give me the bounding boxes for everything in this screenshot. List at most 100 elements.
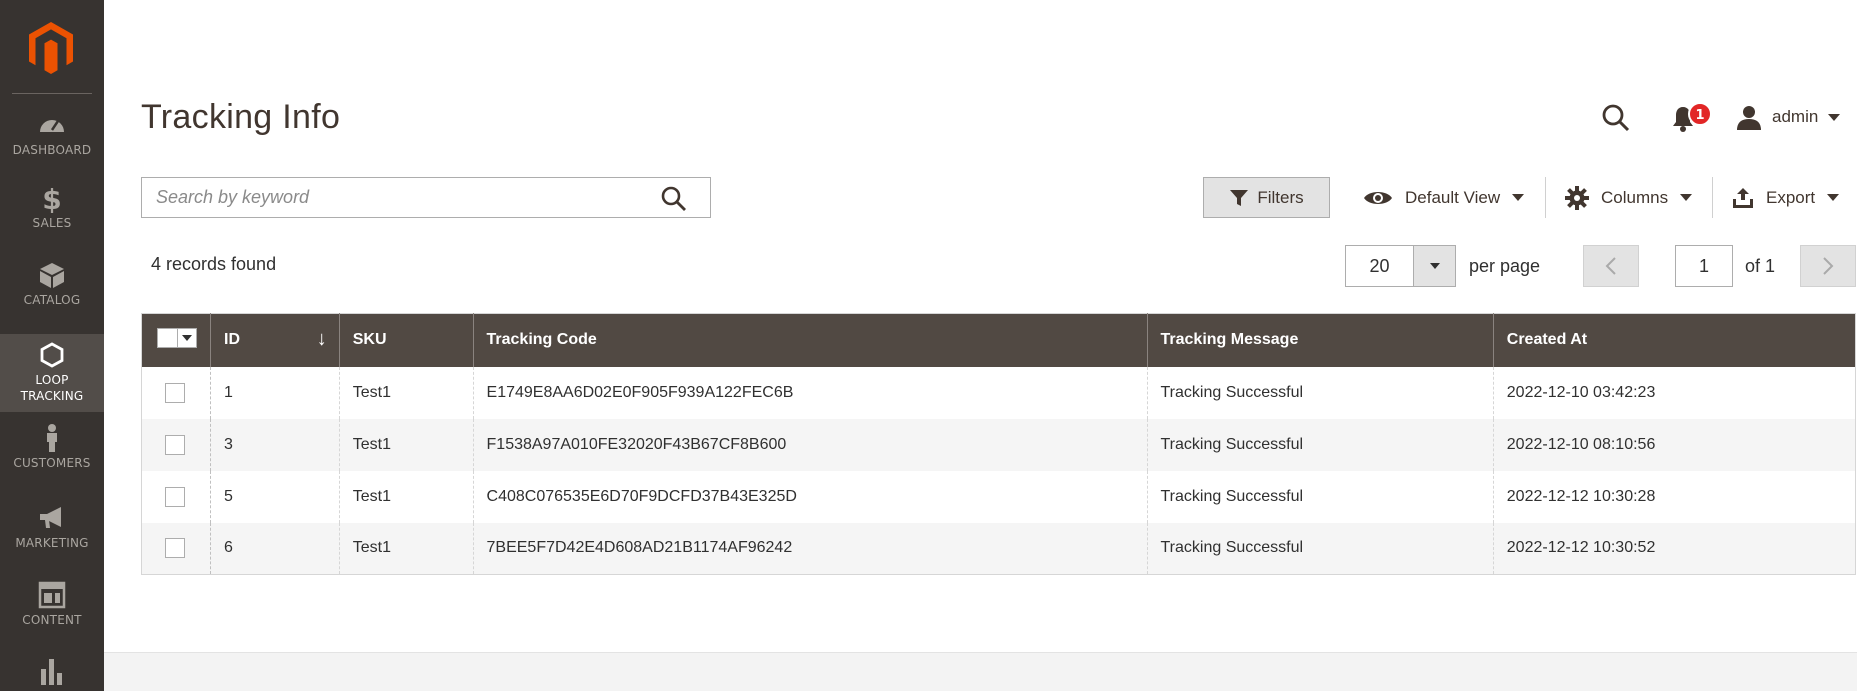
magento-logo-icon[interactable]	[26, 20, 76, 76]
cell-sku: Test1	[338, 418, 474, 471]
column-header-tracking-code[interactable]: Tracking Code	[472, 313, 1147, 367]
sidebar-item-customers[interactable]: CUSTOMERS	[0, 423, 104, 483]
filters-button[interactable]: Filters	[1203, 177, 1330, 218]
columns-dropdown[interactable]: Columns	[1565, 177, 1693, 218]
sidebar-item-reports[interactable]	[0, 655, 104, 691]
page-footer	[104, 652, 1857, 691]
export-label: Export	[1766, 187, 1816, 207]
admin-user-menu[interactable]: admin	[1736, 102, 1841, 132]
chevron-down-icon	[1828, 113, 1841, 121]
export-dropdown[interactable]: Export	[1732, 177, 1840, 218]
box-icon	[40, 263, 64, 288]
table-row[interactable]: 5 Test1 C408C076535E6D70F9DCFD37B43E325D…	[141, 470, 1856, 523]
chevron-left-icon	[1605, 257, 1616, 275]
global-search-icon[interactable]	[1600, 102, 1632, 134]
page-title: Tracking Info	[141, 98, 341, 136]
logo-divider	[12, 93, 92, 94]
main-content: Tracking Info 1 admin Filters	[104, 0, 1857, 691]
columns-label: Columns	[1601, 187, 1669, 207]
column-header-created-at[interactable]: Created At	[1492, 313, 1856, 367]
sidebar-item-label: MARKETING	[15, 536, 89, 550]
chevron-right-icon	[1823, 257, 1834, 275]
column-header-sku[interactable]: SKU	[338, 313, 474, 367]
sidebar-item-loop-tracking[interactable]: LOOP TRACKING	[0, 334, 104, 412]
column-header-label: SKU	[352, 331, 387, 349]
sidebar-item-label: CATALOG	[23, 293, 81, 307]
cell-created-at: 2022-12-10 03:42:23	[1492, 366, 1856, 419]
chevron-down-icon	[1512, 194, 1525, 201]
sort-descending-icon: ↓	[316, 328, 327, 350]
bar-chart-icon	[41, 659, 62, 685]
row-checkbox[interactable]	[165, 486, 185, 507]
per-page-select[interactable]: 20	[1345, 245, 1456, 287]
search-icon[interactable]	[660, 185, 688, 213]
select-all-checkbox[interactable]	[158, 329, 178, 348]
grid-header-row: ID ↓ SKU Tracking Code Tracking Message C…	[141, 313, 1856, 367]
cell-tracking-code: F1538A97A010FE32020F43B67CF8B600	[472, 418, 1147, 471]
user-icon	[1737, 106, 1761, 130]
cell-created-at: 2022-12-12 10:30:52	[1492, 522, 1856, 575]
column-header-label: Created At	[1506, 331, 1588, 349]
next-page-button[interactable]	[1800, 245, 1856, 287]
sidebar-item-catalog[interactable]: CATALOG	[0, 260, 104, 320]
records-found-count: 4 records found	[151, 254, 277, 274]
hexagon-icon	[40, 342, 64, 368]
table-row[interactable]: 6 Test1 7BEE5F7D42E4D608AD21B1174AF96242…	[141, 522, 1856, 575]
row-select-cell	[141, 522, 211, 575]
row-checkbox[interactable]	[165, 434, 185, 455]
sidebar-item-sales[interactable]: $ SALES	[0, 183, 104, 243]
cell-id: 1	[210, 366, 340, 419]
default-view-dropdown[interactable]: Default View	[1363, 177, 1525, 218]
sidebar-item-content[interactable]: CONTENT	[0, 580, 104, 640]
row-checkbox[interactable]	[165, 538, 185, 559]
cell-created-at: 2022-12-10 08:10:56	[1492, 418, 1856, 471]
user-name: admin	[1772, 107, 1819, 126]
tracking-info-grid: ID ↓ SKU Tracking Code Tracking Message C…	[141, 313, 1856, 575]
cell-sku: Test1	[338, 522, 474, 575]
filters-label: Filters	[1257, 187, 1304, 207]
mass-action-dropdown[interactable]	[178, 335, 196, 342]
sidebar-item-marketing[interactable]: MARKETING	[0, 503, 104, 563]
cell-sku: Test1	[338, 470, 474, 523]
default-view-label: Default View	[1405, 187, 1501, 207]
current-page-input[interactable]: 1	[1675, 245, 1733, 287]
keyword-search-input[interactable]	[142, 178, 710, 217]
chevron-down-icon	[1429, 263, 1440, 269]
person-icon	[47, 424, 57, 452]
export-icon	[1733, 187, 1753, 208]
previous-page-button[interactable]	[1583, 245, 1639, 287]
chevron-down-icon	[182, 335, 192, 342]
sidebar-item-label: DASHBOARD	[12, 143, 92, 157]
sidebar-item-label-line2: TRACKING	[20, 389, 84, 403]
dashboard-icon	[40, 120, 64, 132]
notifications-count-badge[interactable]: 1	[1688, 102, 1712, 126]
column-header-id[interactable]: ID ↓	[210, 313, 340, 367]
layout-icon	[38, 581, 66, 609]
table-row[interactable]: 1 Test1 E1749E8AA6D02E0F905F939A122FEC6B…	[141, 366, 1856, 419]
sidebar-item-dashboard[interactable]: DASHBOARD	[0, 110, 104, 170]
megaphone-icon	[40, 507, 61, 528]
column-header-label: Tracking Code	[486, 331, 597, 349]
per-page-value: 20	[1346, 246, 1414, 286]
per-page-dropdown-button[interactable]	[1414, 246, 1455, 286]
sidebar-item-label: CUSTOMERS	[13, 456, 91, 470]
row-select-cell	[141, 418, 211, 471]
table-row[interactable]: 3 Test1 F1538A97A010FE32020F43B67CF8B600…	[141, 418, 1856, 471]
row-checkbox[interactable]	[165, 382, 185, 403]
chevron-down-icon	[1680, 194, 1693, 201]
cell-tracking-message: Tracking Successful	[1146, 522, 1494, 575]
column-header-label: Tracking Message	[1160, 331, 1299, 349]
cell-tracking-code: C408C076535E6D70F9DCFD37B43E325D	[472, 470, 1147, 523]
dollar-icon: $	[42, 183, 61, 213]
cell-sku: Test1	[338, 366, 474, 419]
sidebar-item-label: SALES	[32, 216, 72, 230]
eye-icon	[1364, 191, 1392, 204]
column-header-tracking-message[interactable]: Tracking Message	[1146, 313, 1494, 367]
cell-id: 3	[210, 418, 340, 471]
row-select-cell	[141, 470, 211, 523]
mass-action-select[interactable]	[157, 328, 197, 349]
sidebar-item-label: LOOP	[35, 373, 69, 387]
cell-tracking-message: Tracking Successful	[1146, 418, 1494, 471]
chevron-down-icon	[1827, 194, 1840, 201]
filter-icon	[1230, 189, 1249, 206]
